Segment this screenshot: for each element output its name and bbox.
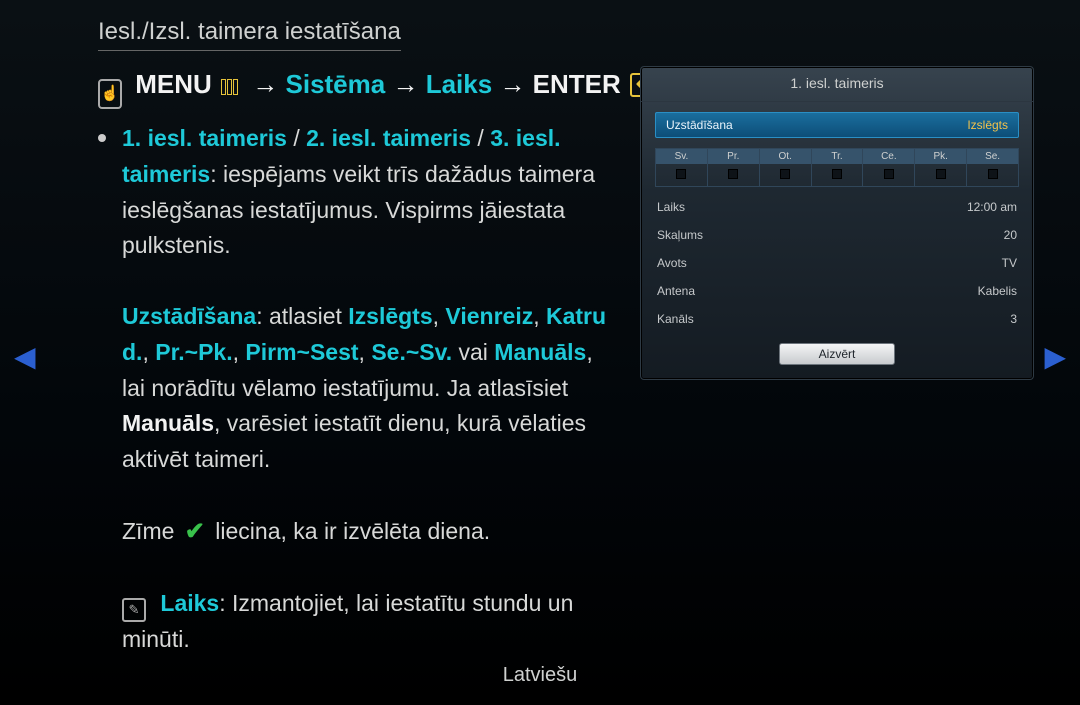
setup-lead: Uzstādīšana [122, 303, 256, 329]
nav-next-icon[interactable]: ▶ [1044, 340, 1066, 373]
row-time[interactable]: Laiks 12:00 am [655, 193, 1019, 221]
day-head: Se. [967, 149, 1018, 164]
setup-mid2: vai [452, 339, 494, 365]
close-button[interactable]: Aizvērt [779, 343, 895, 365]
day-head: Pr. [708, 149, 759, 164]
arrow-icon: → [392, 69, 418, 99]
row-label: Avots [657, 256, 687, 270]
enter-label: ENTER [533, 69, 621, 99]
day-head: Tr. [812, 149, 863, 164]
panel-title: 1. iesl. taimeris [641, 67, 1033, 102]
opt-manual: Manuāls [494, 339, 586, 365]
settings-panel: 1. iesl. taimeris Uzstādīšana Izslēgts S… [640, 66, 1034, 380]
timer-2: 2. iesl. taimeris [306, 125, 471, 151]
timer-1: 1. iesl. taimeris [122, 125, 287, 151]
menu-label: MENU [135, 69, 212, 99]
row-value: 12:00 am [967, 200, 1017, 214]
opt-once: Vienreiz [445, 303, 533, 329]
opt-off: Izslēgts [348, 303, 432, 329]
days-row[interactable]: Sv. Pr. Ot. Tr. Ce. Pk. Se. [655, 148, 1019, 187]
day-mark [967, 164, 1018, 186]
bullet-icon [98, 134, 106, 142]
arrow-icon: → [499, 69, 525, 99]
day-mark [863, 164, 914, 186]
row-value: 3 [1010, 312, 1017, 326]
separator: / [471, 125, 490, 151]
row-label: Antena [657, 284, 695, 298]
day-head: Pk. [915, 149, 966, 164]
arrow-icon: → [252, 69, 278, 99]
language-footer: Latviešu [0, 664, 1080, 687]
row-channel[interactable]: Kanāls 3 [655, 305, 1019, 333]
setup-mid: : atlasiet [256, 303, 348, 329]
mark-pre: Zīme [122, 518, 174, 544]
row-setup-label: Uzstādīšana [666, 118, 733, 132]
row-antenna[interactable]: Antena Kabelis [655, 277, 1019, 305]
opt-manual-2: Manuāls [122, 410, 214, 436]
opt-monsat: Pirm~Sest [245, 339, 358, 365]
row-value: TV [1002, 256, 1017, 270]
separator: / [287, 125, 306, 151]
row-value: Kabelis [978, 284, 1017, 298]
day-mark [708, 164, 759, 186]
nav-prev-icon[interactable]: ◀ [14, 340, 36, 373]
row-label: Laiks [657, 200, 685, 214]
day-mark [812, 164, 863, 186]
mark-post: liecina, ka ir izvēlēta diena. [215, 518, 490, 544]
row-setup-value: Izslēgts [967, 118, 1008, 132]
path-system: Sistēma [286, 69, 386, 99]
opt-satsun: Se.~Sv. [371, 339, 452, 365]
day-head: Ce. [863, 149, 914, 164]
row-label: Kanāls [657, 312, 694, 326]
row-value: 20 [1004, 228, 1017, 242]
checkmark-icon: ✔ [185, 518, 205, 545]
row-setup[interactable]: Uzstādīšana Izslēgts [655, 112, 1019, 138]
row-source[interactable]: Avots TV [655, 249, 1019, 277]
row-volume[interactable]: Skaļums 20 [655, 221, 1019, 249]
menu-grid-icon [221, 67, 243, 85]
day-head: Ot. [760, 149, 811, 164]
row-label: Skaļums [657, 228, 703, 242]
day-mark [760, 164, 811, 186]
time-lead: Laiks [160, 590, 219, 616]
day-head: Sv. [656, 149, 707, 164]
timer-description: 1. iesl. taimeris / 2. iesl. taimeris / … [122, 121, 622, 658]
page-title: Iesl./Izsl. taimera iestatīšana [98, 18, 401, 51]
path-time: Laiks [426, 69, 493, 99]
note-icon: ✎ [122, 598, 146, 622]
day-mark [656, 164, 707, 186]
opt-monfri: Pr.~Pk. [155, 339, 232, 365]
hand-icon: ☝ [98, 79, 122, 109]
day-mark [915, 164, 966, 186]
